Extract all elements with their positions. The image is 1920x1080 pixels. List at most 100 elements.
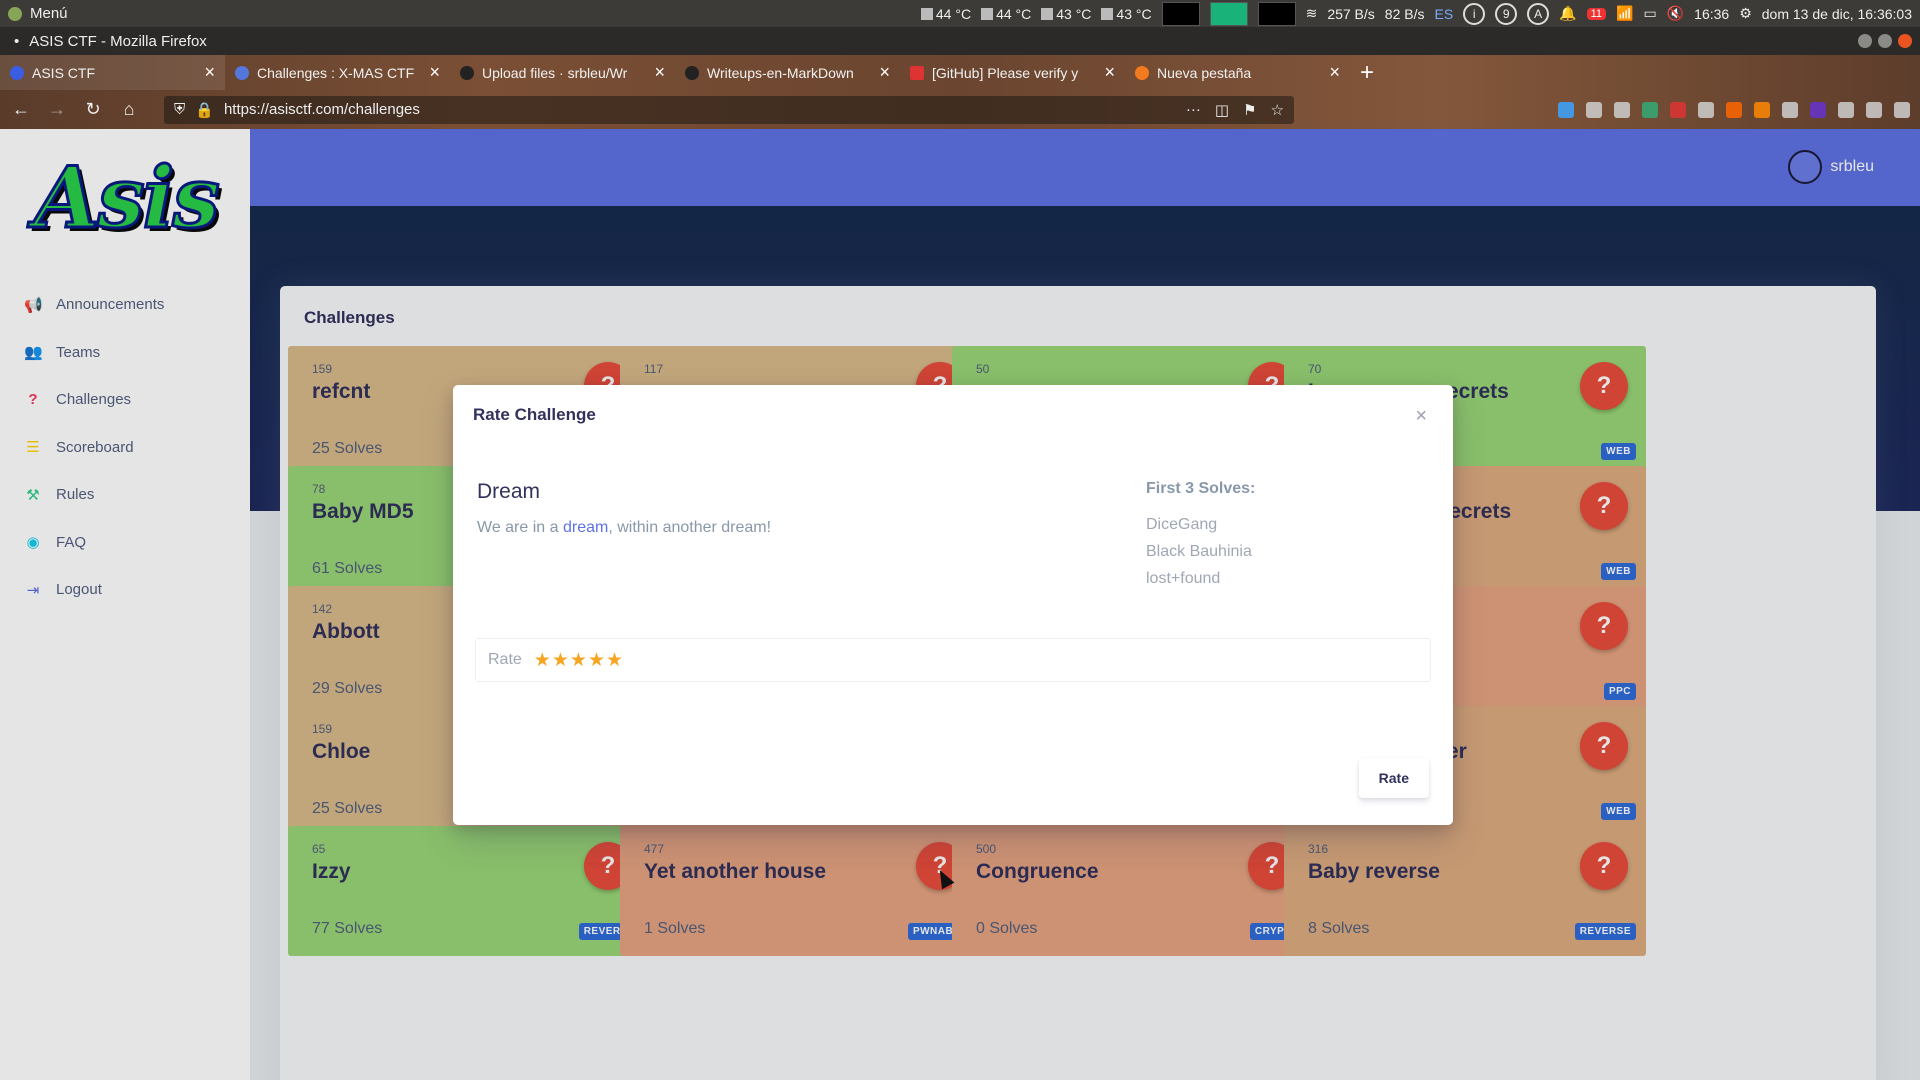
memory-graph: [1209, 1, 1248, 26]
description-text: , within another dream!: [608, 519, 772, 536]
gmail-icon: [910, 65, 924, 80]
tab-asis[interactable]: ASIS CTF ×: [0, 55, 225, 90]
library-icon[interactable]: [1586, 101, 1602, 118]
notification-badge[interactable]: 11: [1586, 7, 1607, 20]
nine-icon[interactable]: 9: [1495, 2, 1518, 25]
net-up: 82 B/s: [1384, 5, 1425, 22]
star-rating[interactable]: ★ ★ ★ ★ ★: [534, 649, 623, 672]
bookmark-star-icon[interactable]: ☆: [1271, 101, 1284, 119]
clock[interactable]: 16:36: [1694, 6, 1729, 22]
reload-icon[interactable]: ↻: [82, 99, 104, 120]
lock-icon[interactable]: 🔒: [195, 101, 214, 119]
github-icon: [685, 65, 699, 80]
url-bar[interactable]: ⛨ 🔒 https://asisctf.com/challenges ··· ◫…: [164, 95, 1294, 124]
pocket-icon[interactable]: ◫: [1215, 101, 1229, 119]
star-icon[interactable]: ★: [606, 649, 623, 672]
hamburger-menu-icon[interactable]: [1894, 101, 1910, 118]
os-menu-button[interactable]: Menú: [0, 5, 300, 22]
close-tab-icon[interactable]: ×: [1329, 62, 1340, 83]
titlebar-dot-icon: •: [14, 32, 20, 50]
tab-upload[interactable]: Upload files · srbleu/Wr ×: [450, 55, 675, 90]
star-icon[interactable]: ★: [570, 649, 587, 672]
description-text: We are in a: [477, 519, 563, 536]
rate-button[interactable]: Rate: [1358, 758, 1429, 798]
mute-icon[interactable]: 🔇: [1667, 5, 1684, 22]
extension-icon[interactable]: [1670, 101, 1686, 118]
close-window-button[interactable]: [1898, 34, 1912, 48]
extension-icon[interactable]: [1698, 101, 1714, 118]
new-tab-button[interactable]: +: [1350, 59, 1384, 87]
url-text[interactable]: https://asisctf.com/challenges: [224, 101, 1176, 118]
tab-strip: ASIS CTF × Challenges : X-MAS CTF × Upload…: [0, 55, 1920, 90]
flag-icon[interactable]: ⚑: [1243, 101, 1256, 119]
os-top-panel: Menú 44 °C 44 °C 43 °C 43 °C ≋ 257 B/s 8…: [0, 0, 1920, 27]
tab-label: Nueva pestaña: [1157, 64, 1252, 81]
mint-logo-icon: [8, 6, 22, 21]
challenge-description: We are in a dream, within another dream!: [477, 519, 771, 537]
settings-icon[interactable]: ⚙: [1739, 5, 1752, 22]
navigation-bar: ← → ↻ ⌂ ⛨ 🔒 https://asisctf.com/challeng…: [0, 90, 1920, 129]
temp-value: 44 °C: [935, 5, 972, 22]
keyboard-layout[interactable]: ES: [1435, 6, 1454, 22]
solver-name: DiceGang: [1146, 516, 1218, 533]
rate-label: Rate: [488, 651, 522, 668]
downloads-icon[interactable]: [1558, 101, 1574, 118]
extension-icon[interactable]: [1642, 101, 1658, 118]
rating-row: Rate ★ ★ ★ ★ ★: [475, 638, 1431, 682]
page-content: Asis 📢 Announcements 👥 Teams ? Challenges ☰…: [0, 129, 1920, 1080]
solver-name: lost+found: [1146, 570, 1221, 587]
shield-icon[interactable]: ⛨: [174, 101, 185, 118]
window-titlebar: • ASIS CTF - Mozilla Firefox: [0, 27, 1920, 55]
close-icon[interactable]: ×: [1415, 405, 1427, 428]
solver-name: Black Bauhinia: [1146, 543, 1252, 560]
tab-github-verify[interactable]: [GitHub] Please verify y ×: [900, 55, 1125, 90]
modal-title: Rate Challenge: [473, 405, 596, 424]
close-tab-icon[interactable]: ×: [204, 62, 215, 83]
bell-icon[interactable]: 🔔: [1559, 5, 1576, 22]
datetime[interactable]: dom 13 de dic, 16:36:03: [1762, 6, 1912, 22]
tab-new[interactable]: Nueva pestaña ×: [1125, 55, 1350, 90]
browser-chrome: ASIS CTF × Challenges : X-MAS CTF × Upload…: [0, 55, 1920, 129]
extension-icon[interactable]: [1782, 101, 1798, 118]
disk-graph: [1257, 1, 1296, 26]
temp-value: 43 °C: [1116, 5, 1152, 22]
extension-icon[interactable]: [1726, 101, 1742, 118]
extension-icon[interactable]: [1754, 101, 1770, 118]
star-icon[interactable]: ★: [588, 649, 605, 672]
battery-icon[interactable]: ▭: [1643, 5, 1656, 22]
chip-icon: [920, 7, 933, 20]
dream-link[interactable]: dream: [563, 519, 608, 536]
star-icon[interactable]: ★: [534, 649, 551, 672]
wifi-icon[interactable]: ≋: [1306, 5, 1318, 22]
tab-label: Writeups-en-MarkDown: [707, 64, 854, 81]
first-solves-title: First 3 Solves:: [1146, 480, 1256, 497]
temp-value: 43 °C: [1056, 5, 1092, 22]
sidebar-toggle-icon[interactable]: [1614, 101, 1630, 118]
close-tab-icon[interactable]: ×: [1104, 62, 1115, 83]
info-icon[interactable]: i: [1463, 2, 1486, 25]
close-tab-icon[interactable]: ×: [429, 62, 440, 83]
forward-icon[interactable]: →: [46, 99, 68, 120]
chip-icon: [981, 7, 994, 20]
a-icon[interactable]: A: [1527, 2, 1550, 25]
cpu-temp-3: 43 °C: [1041, 6, 1091, 22]
close-tab-icon[interactable]: ×: [654, 62, 665, 83]
close-tab-icon[interactable]: ×: [879, 62, 890, 83]
tab-label: Upload files · srbleu/Wr: [482, 64, 628, 81]
back-icon[interactable]: ←: [10, 99, 32, 120]
net-down: 257 B/s: [1327, 5, 1375, 22]
star-icon[interactable]: ★: [552, 649, 569, 672]
network-icon[interactable]: 📶: [1616, 5, 1633, 22]
tab-xmas[interactable]: Challenges : X-MAS CTF ×: [225, 55, 450, 90]
tab-writeups[interactable]: Writeups-en-MarkDown ×: [675, 55, 900, 90]
extension-icon[interactable]: [1810, 101, 1826, 118]
extension-icon[interactable]: [1838, 101, 1854, 118]
home-icon[interactable]: ⌂: [118, 99, 140, 120]
chip-icon: [1101, 7, 1114, 20]
challenge-name: Dream: [477, 480, 541, 503]
favicon-icon: [10, 65, 24, 80]
extension-icon[interactable]: [1866, 101, 1882, 118]
minimize-button[interactable]: [1858, 34, 1872, 48]
page-actions-icon[interactable]: ···: [1186, 101, 1201, 119]
maximize-button[interactable]: [1878, 34, 1892, 48]
